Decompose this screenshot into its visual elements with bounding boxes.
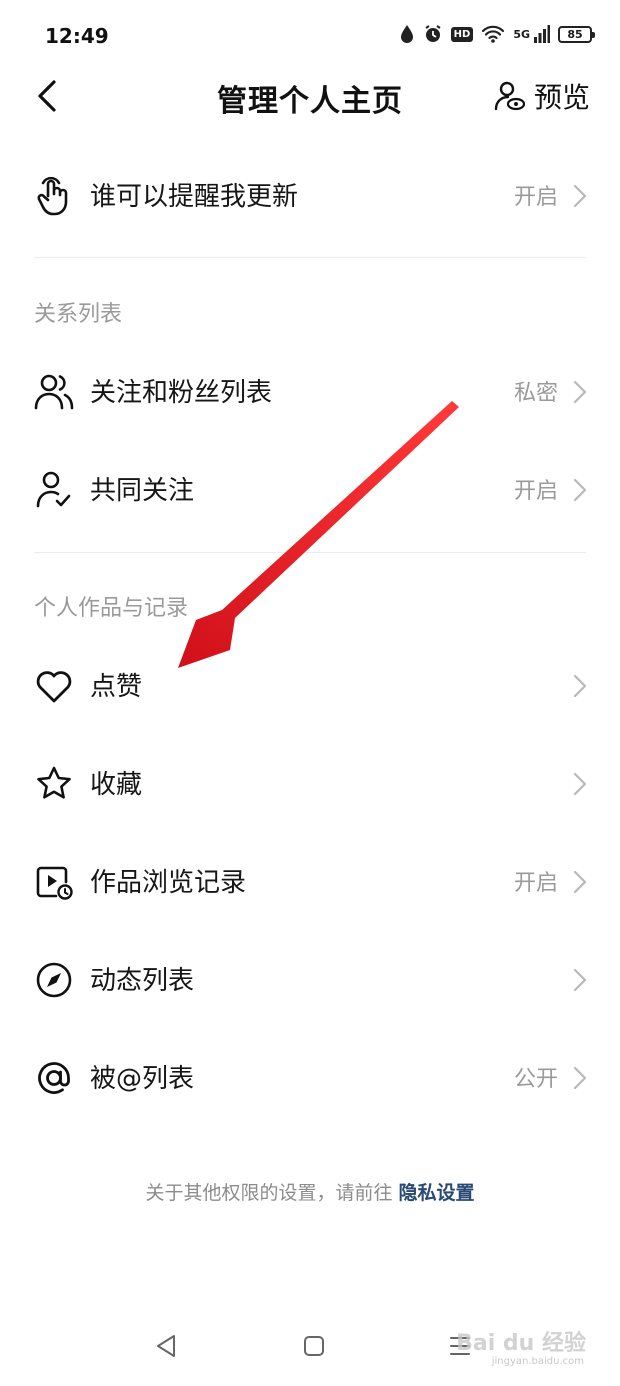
user-preview-icon <box>494 81 526 111</box>
nav-home-icon[interactable] <box>302 1333 326 1359</box>
row-label: 关注和粉丝列表 <box>90 378 273 408</box>
row-label: 被@列表 <box>90 1064 195 1094</box>
battery-icon: 85 <box>558 25 595 43</box>
row-label: 动态列表 <box>90 966 195 996</box>
chevron-right-icon <box>573 968 587 992</box>
signal-icon <box>534 25 550 43</box>
divider <box>34 257 586 258</box>
row-activity-list[interactable]: 动态列表 <box>0 932 620 1028</box>
preview-label: 预览 <box>533 81 590 114</box>
hd-badge: HD <box>450 26 474 42</box>
section-title-relations: 关系列表 <box>34 302 123 327</box>
row-likes[interactable]: 点赞 <box>0 638 620 734</box>
user-check-icon <box>36 471 71 508</box>
watermark-url: jingyan.baidu.com <box>491 1356 584 1367</box>
row-value: 私密 <box>513 381 558 406</box>
alarm-icon <box>425 25 441 42</box>
row-value: 公开 <box>513 1067 558 1092</box>
row-mutual-follow[interactable]: 共同关注 开启 <box>0 442 620 538</box>
drop-icon <box>400 25 413 43</box>
status-time: 12:49 <box>45 24 109 48</box>
row-value: 开启 <box>513 479 558 504</box>
star-icon <box>37 766 71 799</box>
chevron-right-icon <box>573 772 587 796</box>
users-icon <box>34 374 74 410</box>
row-label: 点赞 <box>90 672 143 702</box>
at-icon <box>38 1062 70 1094</box>
baidu-watermark: Bai du 经验 <box>456 1331 586 1356</box>
chevron-right-icon <box>573 478 587 502</box>
row-favorites[interactable]: 收藏 <box>0 736 620 832</box>
preview-button[interactable]: 预览 <box>494 76 590 116</box>
privacy-settings-link[interactable]: 隐私设置 <box>399 1182 475 1204</box>
row-label: 共同关注 <box>90 476 195 506</box>
status-icons: HD 5G 85 <box>399 24 595 44</box>
divider <box>34 552 586 553</box>
finger-tap-icon <box>37 176 68 216</box>
chevron-right-icon <box>573 870 587 894</box>
row-label: 作品浏览记录 <box>90 868 247 898</box>
row-value: 开启 <box>513 185 558 210</box>
chevron-right-icon <box>573 1066 587 1090</box>
compass-icon <box>36 962 72 998</box>
section-title-works: 个人作品与记录 <box>34 596 189 621</box>
row-label: 谁可以提醒我更新 <box>90 182 299 212</box>
footer-note: 关于其他权限的设置，请前往 隐私设置 <box>0 1178 620 1205</box>
row-follow-fans-list[interactable]: 关注和粉丝列表 私密 <box>0 344 620 440</box>
video-history-icon <box>36 866 73 900</box>
nav-back-icon[interactable] <box>154 1333 178 1359</box>
chevron-right-icon <box>573 674 587 698</box>
row-mention-list[interactable]: 被@列表 公开 <box>0 1030 620 1126</box>
chevron-right-icon <box>573 184 587 208</box>
footer-note-text: 关于其他权限的设置，请前往 <box>145 1182 399 1204</box>
wifi-icon <box>482 25 505 43</box>
chevron-right-icon <box>573 380 587 404</box>
network-type: 5G <box>513 27 530 41</box>
row-value: 开启 <box>513 871 558 896</box>
heart-icon <box>36 671 72 703</box>
header: 管理个人主页 预览 <box>0 60 620 130</box>
row-remind-update[interactable]: 谁可以提醒我更新 开启 <box>0 148 620 244</box>
row-label: 收藏 <box>90 770 143 800</box>
row-work-view-history[interactable]: 作品浏览记录 开启 <box>0 834 620 930</box>
